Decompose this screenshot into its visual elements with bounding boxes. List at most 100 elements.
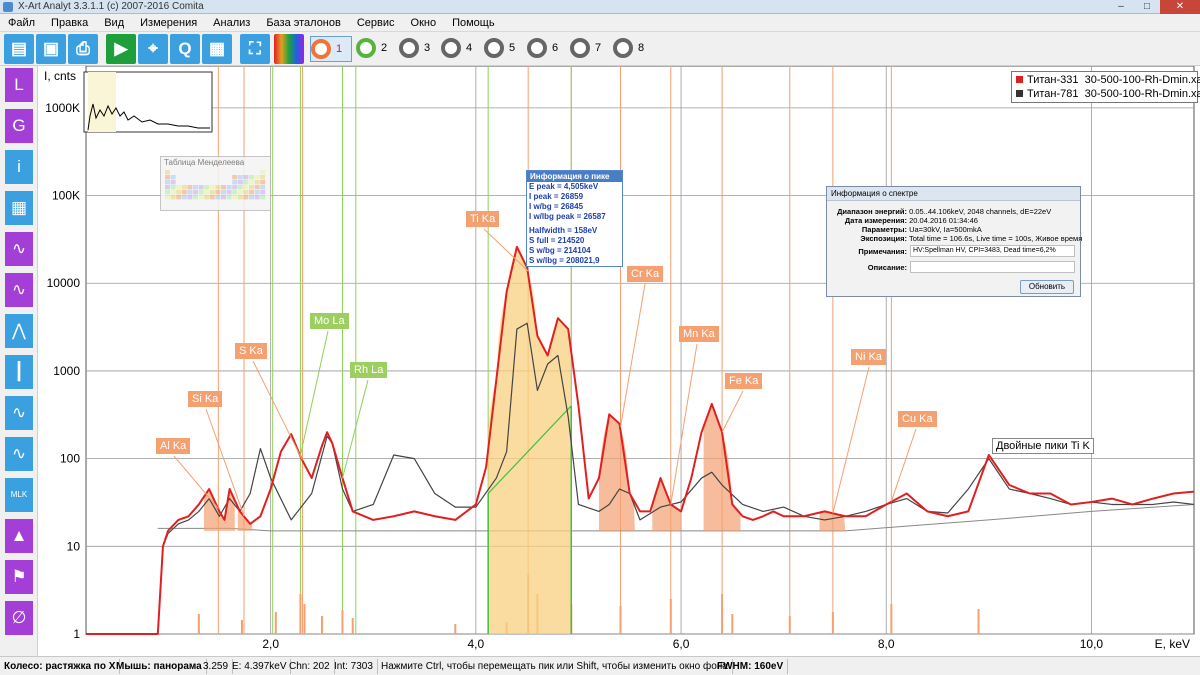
menu-file[interactable]: Файл (0, 14, 43, 30)
l-button-icon[interactable]: L (5, 68, 33, 102)
element-cell[interactable] (198, 185, 204, 190)
element-cell[interactable] (176, 195, 182, 200)
calculator-icon[interactable]: ▦ (202, 34, 232, 64)
element-cell[interactable] (221, 195, 226, 200)
element-cell[interactable] (221, 185, 226, 190)
peak-label[interactable]: Mo La (310, 313, 349, 329)
menu-service[interactable]: Сервис (349, 14, 403, 30)
element-cell[interactable] (260, 175, 266, 180)
menu-analysis[interactable]: Анализ (205, 14, 258, 30)
element-cell[interactable] (204, 190, 210, 195)
element-cell[interactable] (209, 195, 215, 200)
element-cell[interactable] (170, 185, 176, 190)
element-cell[interactable] (254, 190, 260, 195)
element-cell[interactable] (170, 175, 176, 180)
element-cell[interactable] (181, 195, 187, 200)
element-cell[interactable] (226, 195, 232, 200)
peak-label[interactable]: Ti Ka (466, 211, 500, 227)
spectrum-selector-1[interactable]: 1 (310, 36, 352, 62)
element-cell[interactable] (187, 190, 193, 195)
element-cell[interactable] (165, 170, 170, 175)
peak-label[interactable]: Al Ka (156, 438, 191, 454)
spectrum-plot[interactable]: 2,0 4,0 6,0 8,0 10,0 1 10 100 1000 10000 100K 1000K… (38, 66, 1200, 656)
peak-label[interactable]: Ni Ka (851, 349, 886, 365)
element-cell[interactable] (243, 175, 249, 180)
element-cell[interactable] (232, 175, 238, 180)
peak-label[interactable]: Mn Ka (679, 326, 719, 342)
element-cell[interactable] (260, 195, 266, 200)
element-cell[interactable] (237, 190, 243, 195)
element-cell[interactable] (170, 180, 176, 185)
element-cell[interactable] (237, 185, 243, 190)
save-icon[interactable]: ▣ (36, 34, 66, 64)
element-cell[interactable] (176, 185, 182, 190)
menu-window[interactable]: Окно (403, 14, 445, 30)
element-cell[interactable] (243, 180, 249, 185)
element-cell[interactable] (193, 190, 198, 195)
element-cell[interactable] (243, 185, 249, 190)
peak-label[interactable]: Fe Ka (725, 373, 763, 389)
periodic-table-panel[interactable]: Таблица Менделеева (160, 156, 271, 211)
peak-outline-icon[interactable]: ∿ (5, 437, 33, 471)
element-cell[interactable] (181, 185, 187, 190)
spectrum-chart[interactable]: 2,0 4,0 6,0 8,0 10,0 1 10 100 1000 10000 100K 1000K… (38, 66, 1200, 656)
peak-markers-icon[interactable]: ⋀ (5, 314, 33, 348)
element-cell[interactable] (232, 195, 238, 200)
peak-label[interactable]: Cr Ka (627, 266, 664, 282)
play-icon[interactable]: ▶ (106, 34, 136, 64)
search-q-icon[interactable]: Q (170, 34, 200, 64)
element-cell[interactable] (209, 190, 215, 195)
maximize-button[interactable]: □ (1134, 0, 1160, 14)
element-cell[interactable] (254, 195, 260, 200)
element-cell[interactable] (193, 195, 198, 200)
color-palette-icon[interactable]: █ (274, 34, 304, 64)
peak-icon[interactable]: ∿ (5, 232, 33, 266)
bars-icon[interactable]: ┃ (5, 355, 33, 389)
notes-field[interactable]: HV:Spellman HV, CPI=3483, Dead time=6,2% (910, 245, 1075, 257)
element-cell[interactable] (204, 185, 210, 190)
element-cell[interactable] (249, 195, 254, 200)
element-cell[interactable] (226, 185, 232, 190)
close-button[interactable]: ✕ (1160, 0, 1200, 14)
no-marker-icon[interactable]: ∅ (5, 601, 33, 635)
flag-icon[interactable]: ⚑ (5, 560, 33, 594)
element-cell[interactable] (254, 180, 260, 185)
element-cell[interactable] (209, 185, 215, 190)
description-field[interactable] (910, 261, 1075, 273)
element-cell[interactable] (170, 195, 176, 200)
element-cell[interactable] (165, 180, 170, 185)
element-cell[interactable] (243, 195, 249, 200)
element-cell[interactable] (260, 190, 266, 195)
element-cell[interactable] (254, 175, 260, 180)
element-cell[interactable] (249, 185, 254, 190)
element-cell[interactable] (237, 180, 243, 185)
info-icon[interactable]: i (5, 150, 33, 184)
element-cell[interactable] (232, 185, 238, 190)
element-cell[interactable] (198, 190, 204, 195)
g-button-icon[interactable]: G (5, 109, 33, 143)
element-cell[interactable] (237, 195, 243, 200)
mlk-lines-icon[interactable]: MLK (5, 478, 33, 512)
element-cell[interactable] (176, 190, 182, 195)
element-cell[interactable] (260, 185, 266, 190)
element-cell[interactable] (165, 185, 170, 190)
minimize-button[interactable]: – (1108, 0, 1134, 14)
menu-edit[interactable]: Правка (43, 14, 96, 30)
peak-label[interactable]: S Ka (235, 343, 267, 359)
menu-measurements[interactable]: Измерения (132, 14, 205, 30)
peak-fill-icon[interactable]: ∿ (5, 396, 33, 430)
element-cell[interactable] (215, 195, 221, 200)
spectrum-selector-7[interactable]: 7 (570, 36, 610, 62)
element-cell[interactable] (249, 190, 254, 195)
element-cell[interactable] (198, 195, 204, 200)
update-button[interactable]: Обновить (1020, 280, 1074, 294)
element-cell[interactable] (249, 175, 254, 180)
target-icon[interactable]: ⌖ (138, 34, 168, 64)
periodic-table-grid[interactable] (161, 168, 270, 208)
spectrum-selector-2[interactable]: 2 (356, 36, 396, 62)
element-cell[interactable] (226, 190, 232, 195)
fullscreen-icon[interactable]: ⛶ (240, 34, 270, 64)
element-cell[interactable] (237, 175, 243, 180)
spectrum-selector-8[interactable]: 8 (613, 36, 653, 62)
menu-view[interactable]: Вид (96, 14, 132, 30)
